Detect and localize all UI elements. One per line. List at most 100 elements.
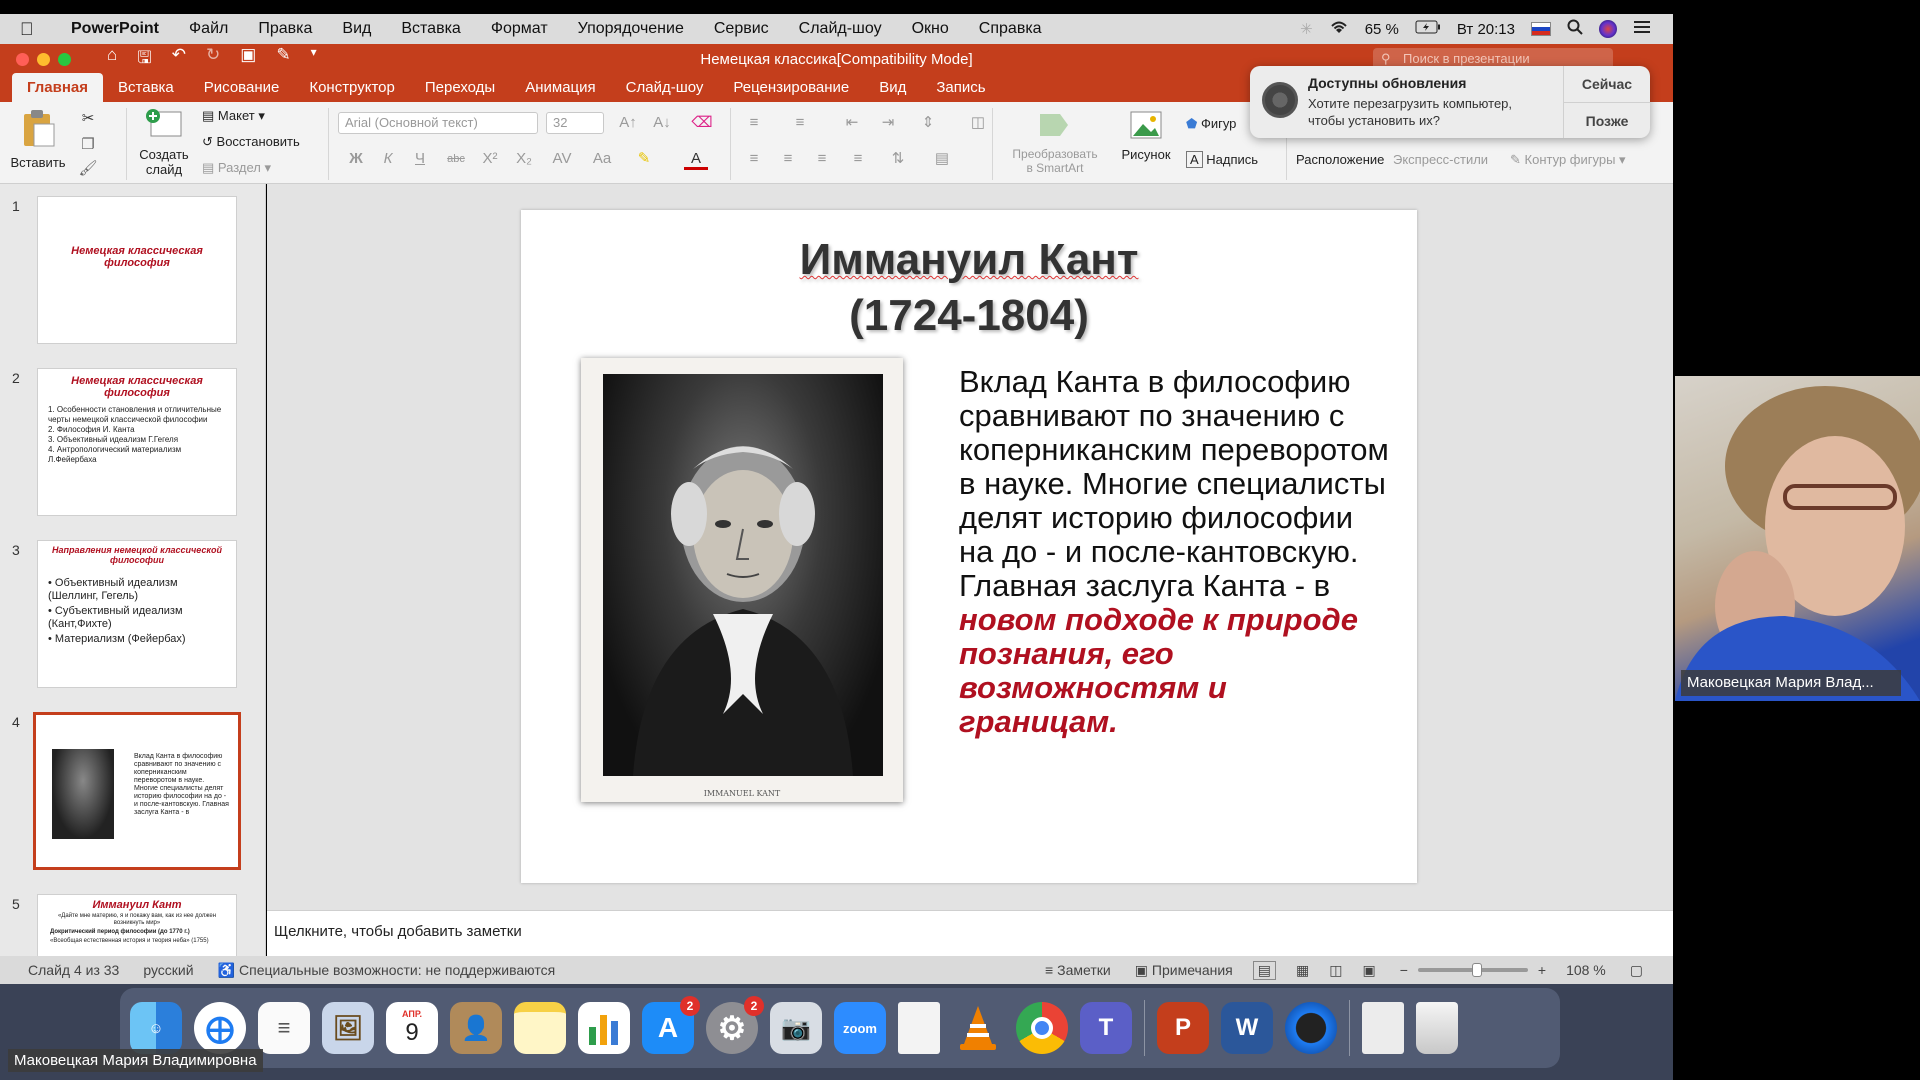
redo-icon[interactable]: ↻ [206, 45, 220, 74]
notes-toggle-button[interactable]: Заметки [1057, 962, 1111, 978]
tab-home[interactable]: Главная [12, 73, 104, 102]
contacts-icon[interactable]: 👤 [450, 1002, 502, 1054]
reset-button[interactable]: ↺ Восстановить [202, 134, 300, 150]
slide-thumbnail-1[interactable]: Немецкая классическая философия [37, 196, 237, 344]
menu-insert[interactable]: Вставка [386, 20, 475, 38]
input-source-flag-icon[interactable] [1531, 22, 1551, 36]
justify-icon[interactable]: ≡ [846, 148, 870, 170]
undo-icon[interactable]: ↶ [172, 45, 186, 74]
underline-icon[interactable]: Ч [408, 148, 432, 170]
align-center-icon[interactable]: ≡ [776, 148, 800, 170]
change-case-icon[interactable]: Aa [590, 148, 614, 170]
menu-view[interactable]: Вид [327, 20, 386, 38]
menubar-clock[interactable]: Вт 20:13 [1457, 21, 1515, 38]
participant-video[interactable] [1675, 376, 1920, 701]
calendar-icon[interactable]: АПР. 9 [386, 1002, 438, 1054]
menu-help[interactable]: Справка [964, 20, 1057, 38]
layout-button[interactable]: ▤ Макет ▾ [202, 108, 265, 124]
chrome-icon[interactable] [1016, 1002, 1068, 1054]
section-button[interactable]: ▤ Раздел ▾ [202, 160, 271, 176]
menu-edit[interactable]: Правка [243, 20, 327, 38]
slide-thumbnail-4-selected[interactable]: Вклад Канта в философию сравнивают по зн… [33, 712, 241, 870]
notes-pane[interactable]: Щелкните, чтобы добавить заметки [267, 910, 1673, 956]
siri-icon[interactable] [1599, 20, 1617, 38]
slideshow-view-icon[interactable]: ▣ [1362, 962, 1375, 979]
downloads-stack-icon[interactable] [1362, 1002, 1404, 1054]
comments-button[interactable]: Примечания [1152, 962, 1233, 978]
system-preferences-icon[interactable]: ⚙ 2 [706, 996, 764, 1054]
accessibility-status[interactable]: Специальные возможности: не поддерживают… [239, 962, 555, 978]
tab-slideshow[interactable]: Слайд-шоу [611, 79, 719, 102]
spotlight-search-icon[interactable] [1567, 19, 1583, 39]
draw-icon[interactable]: ✎ [276, 45, 290, 74]
minimize-window-button[interactable] [37, 52, 50, 66]
powerpoint-icon[interactable]: P [1157, 1002, 1209, 1054]
align-right-icon[interactable]: ≡ [810, 148, 834, 170]
teams-icon[interactable]: T [1080, 1002, 1132, 1054]
copy-icon[interactable]: ❐ [76, 134, 100, 156]
zoom-in-icon[interactable]: + [1538, 962, 1546, 978]
reminders-icon[interactable]: ≡ [258, 1002, 310, 1054]
presenter-icon[interactable]: ▣ [240, 45, 256, 74]
quick-styles-button[interactable]: Экспресс-стили [1393, 152, 1488, 167]
insert-picture-button[interactable]: Рисунок [1118, 110, 1174, 162]
tab-review[interactable]: Рецензирование [718, 79, 864, 102]
menu-window[interactable]: Окно [897, 20, 964, 38]
decrease-indent-icon[interactable]: ⇤ [840, 112, 864, 134]
zoom-out-icon[interactable]: − [1400, 962, 1408, 978]
slide-sorter-icon[interactable]: ▦ [1296, 962, 1309, 979]
bold-icon[interactable]: Ж [344, 148, 368, 170]
battery-percent[interactable]: 65 % [1365, 21, 1399, 38]
menu-file[interactable]: Файл [174, 20, 243, 38]
increase-indent-icon[interactable]: ⇥ [876, 112, 900, 134]
blank-document-icon[interactable] [898, 1002, 940, 1054]
menu-slideshow[interactable]: Слайд-шоу [784, 20, 897, 38]
bluetooth-icon[interactable]: ✳ [1300, 20, 1313, 38]
remind-later-button[interactable]: Позже [1564, 102, 1650, 138]
align-left-icon[interactable]: ≡ [742, 148, 766, 170]
superscript-icon[interactable]: X² [478, 148, 502, 170]
kant-portrait-image[interactable]: IMMANUEL KANT [581, 358, 903, 802]
italic-icon[interactable]: К [376, 148, 400, 170]
clear-formatting-icon[interactable]: ⌫ [690, 112, 714, 134]
fit-to-window-icon[interactable]: ▢ [1630, 962, 1643, 979]
tab-recording[interactable]: Запись [921, 79, 1000, 102]
font-color-icon[interactable]: A [684, 148, 708, 170]
normal-view-icon[interactable]: ▤ [1252, 960, 1276, 980]
comments-icon[interactable]: ▣ [1135, 962, 1148, 979]
close-window-button[interactable] [16, 52, 29, 66]
safari-icon[interactable]: ⨁ [194, 1002, 246, 1054]
tab-transitions[interactable]: Переходы [410, 79, 510, 102]
paste-button[interactable]: Вставить [8, 108, 68, 170]
bullets-icon[interactable]: ≡ [742, 112, 766, 134]
increase-font-icon[interactable]: A↑ [616, 112, 640, 134]
finder-icon[interactable]: ☺ [130, 1002, 182, 1054]
tab-design[interactable]: Конструктор [294, 79, 410, 102]
word-icon[interactable]: W [1221, 1002, 1273, 1054]
restart-now-button[interactable]: Сейчас [1564, 66, 1650, 102]
strikethrough-icon[interactable]: abc [444, 148, 468, 170]
shapes-button[interactable]: ⬟ Фигур [1186, 116, 1236, 132]
slide-thumbnail-3[interactable]: Направления немецкой классической филосо… [37, 540, 237, 688]
numbering-icon[interactable]: ≡ [788, 112, 812, 134]
text-direction-icon[interactable]: ⇅ [886, 148, 910, 170]
notes-toggle-icon[interactable]: ≡ [1045, 962, 1053, 978]
vlc-icon[interactable] [952, 1002, 1004, 1054]
zoom-app-icon[interactable]: zoom [834, 1002, 886, 1054]
menu-tools[interactable]: Сервис [699, 20, 784, 38]
cut-icon[interactable]: ✂ [76, 108, 100, 130]
textbox-button[interactable]: A Надпись [1186, 151, 1258, 168]
slide-thumbnail-5[interactable]: Иммануил Кант «Дайте мне материю, я и по… [37, 894, 237, 956]
language-indicator[interactable]: русский [143, 962, 193, 978]
new-slide-button[interactable]: Создать слайд [134, 108, 194, 177]
arrange-button[interactable]: Расположение [1296, 152, 1384, 167]
shape-outline-button[interactable]: ✎ Контур фигуры ▾ [1510, 152, 1626, 168]
tab-animations[interactable]: Анимация [510, 79, 610, 102]
zoom-level[interactable]: 108 % [1566, 962, 1606, 978]
reading-view-icon[interactable]: ◫ [1329, 962, 1342, 979]
wifi-icon[interactable] [1329, 19, 1349, 39]
highlight-icon[interactable]: ✎ [632, 148, 656, 170]
subscript-icon[interactable]: X₂ [512, 148, 536, 170]
character-spacing-icon[interactable]: AV [550, 148, 574, 170]
decrease-font-icon[interactable]: A↓ [650, 112, 674, 134]
